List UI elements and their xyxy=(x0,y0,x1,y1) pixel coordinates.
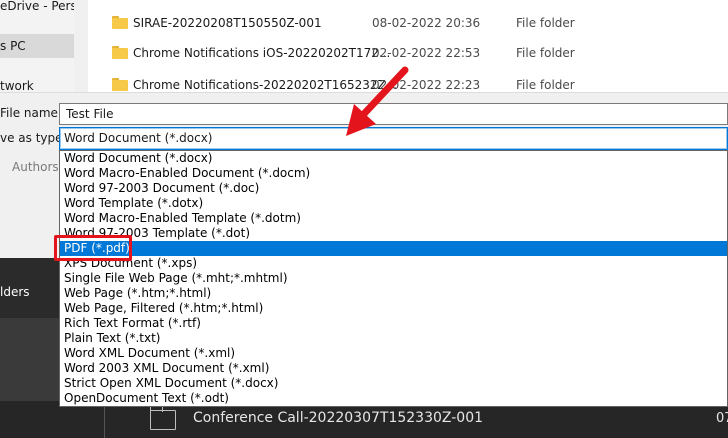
background-panel xyxy=(0,318,60,400)
folder-icon xyxy=(112,78,128,91)
file-date: 08-02-2022 20:36 xyxy=(372,16,481,30)
dropdown-option[interactable]: XPS Document (*.xps) xyxy=(60,256,727,271)
file-type: File folder xyxy=(516,16,575,30)
dropdown-option[interactable]: Word Template (*.dotx) xyxy=(60,196,727,211)
navigation-pane: eDrive - Perso s PC twork xyxy=(0,0,88,93)
highlight-box xyxy=(54,235,132,261)
dropdown-option[interactable]: Single File Web Page (*.mht;*.mhtml) xyxy=(60,271,727,286)
folder-icon xyxy=(112,16,128,29)
dropdown-option[interactable]: Plain Text (*.txt) xyxy=(60,331,727,346)
dropdown-option[interactable]: Word Document (*.docx) xyxy=(60,151,727,166)
authors-label: Authors: xyxy=(12,160,63,174)
file-row[interactable]: SIRAE-20220208T150550Z-001 08-02-2022 20… xyxy=(88,10,728,36)
dropdown-option[interactable]: OpenDocument Text (*.odt) xyxy=(60,391,727,406)
save-type-label: ve as type: xyxy=(0,131,67,145)
arrow-shaft xyxy=(358,66,409,120)
folder-icon xyxy=(150,406,176,430)
nav-scrollbar[interactable] xyxy=(74,0,88,92)
nav-item-label: s PC xyxy=(0,39,26,53)
nav-item-label: twork xyxy=(0,79,34,93)
dropdown-option[interactable]: Web Page, Filtered (*.htm;*.html) xyxy=(60,301,727,316)
folder-icon xyxy=(112,46,128,59)
nav-item-this-pc[interactable]: s PC xyxy=(0,34,74,58)
dropdown-option[interactable]: Rich Text Format (*.rtf) xyxy=(60,316,727,331)
dropdown-option[interactable]: Web Page (*.htm;*.html) xyxy=(60,286,727,301)
folders-toggle[interactable]: lders xyxy=(0,285,30,299)
dropdown-option[interactable]: Word 2003 XML Document (*.xml) xyxy=(60,361,727,376)
red-arrow-annotation xyxy=(346,66,409,136)
dropdown-option[interactable]: Word XML Document (*.xml) xyxy=(60,346,727,361)
save-type-value: Word Document (*.docx) xyxy=(64,131,213,145)
nav-item-label: eDrive - Perso xyxy=(0,0,85,13)
dropdown-option[interactable]: Word Macro-Enabled Document (*.docm) xyxy=(60,166,727,181)
dropdown-option[interactable]: PDF (*.pdf) xyxy=(60,241,727,256)
dropdown-option[interactable]: Word Macro-Enabled Template (*.dotm) xyxy=(60,211,727,226)
file-name: SIRAE-20220208T150550Z-001 xyxy=(133,16,322,30)
background-item-date: 07 xyxy=(716,411,728,426)
filename-label: File name: xyxy=(0,106,62,120)
background-item-name[interactable]: Conference Call-20220307T152330Z-001 xyxy=(193,410,483,426)
file-type: File folder xyxy=(516,46,575,60)
dropdown-option[interactable]: Word 97-2003 Document (*.doc) xyxy=(60,181,727,196)
dropdown-option[interactable]: Word 97-2003 Template (*.dot) xyxy=(60,226,727,241)
file-type: File folder xyxy=(516,78,575,92)
nav-item-onedrive[interactable]: eDrive - Perso xyxy=(0,0,84,18)
save-type-dropdown-list: Word Document (*.docx) Word Macro-Enabled… xyxy=(59,150,728,407)
dropdown-option[interactable]: Strict Open XML Document (*.docx) xyxy=(60,376,727,391)
